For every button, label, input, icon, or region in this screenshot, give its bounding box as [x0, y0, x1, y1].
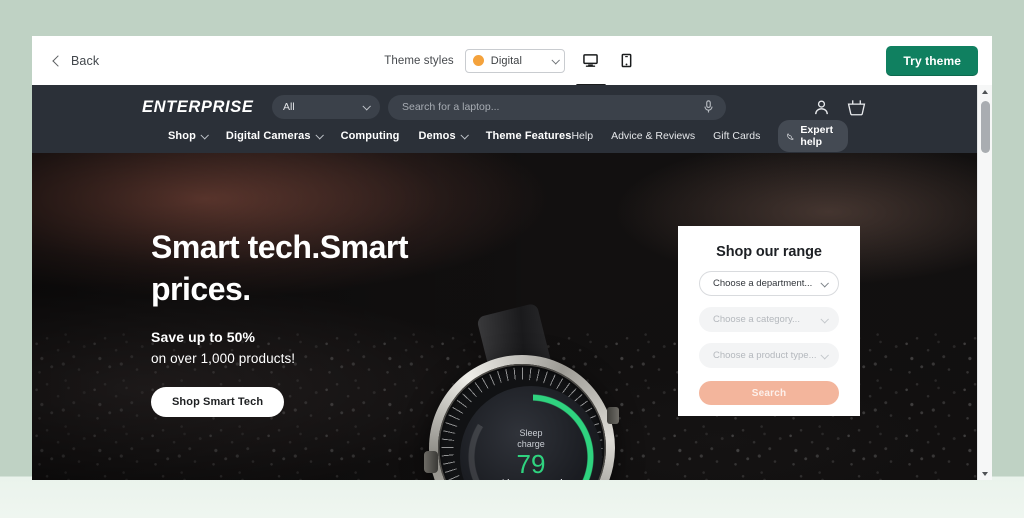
account-icon[interactable] [813, 99, 830, 116]
chevron-left-icon [52, 54, 64, 67]
watch-metric-value: 79 [516, 448, 546, 479]
store-logo[interactable]: ENTERPRISE [142, 98, 272, 117]
chevron-down-icon [315, 131, 324, 140]
department-filter-select[interactable]: All [272, 95, 380, 119]
hero-banner: Sleep charge 79 Above usual POLAR Smart … [32, 153, 992, 480]
mobile-view-button[interactable] [614, 46, 640, 76]
nav-item-computing[interactable]: Computing [341, 130, 400, 142]
product-type-dropdown[interactable]: Choose a product type... [699, 343, 839, 368]
search-placeholder: Search for a laptop... [402, 101, 500, 113]
preview-scrollbar[interactable] [977, 85, 992, 480]
search-group: All Search for a laptop... [272, 94, 726, 120]
mobile-view-icon [621, 53, 632, 68]
scrollbar-up-button[interactable] [978, 85, 992, 98]
site-preview: ENTERPRISE All Search for a laptop... Sh… [32, 85, 992, 480]
nav-item-gift-cards[interactable]: Gift Cards [713, 130, 760, 142]
hero-subheading: on over 1,000 products! [151, 351, 296, 366]
triangle-down-icon [982, 471, 988, 476]
view-toggle-group [575, 46, 640, 87]
store-nav: Shop Digital Cameras Computing Demos The… [58, 120, 966, 152]
nav-primary: Shop Digital Cameras Computing Demos The… [168, 130, 571, 142]
department-filter-value: All [283, 101, 295, 113]
shop-smart-tech-button[interactable]: Shop Smart Tech [151, 387, 285, 417]
back-button[interactable]: Back [48, 50, 105, 72]
phone-icon [787, 133, 794, 140]
category-dropdown[interactable]: Choose a category... [699, 307, 839, 332]
product-type-dropdown-label: Choose a product type... [713, 350, 817, 361]
basket-icon[interactable] [847, 99, 866, 116]
department-dropdown-label: Choose a department... [713, 278, 813, 289]
watch-metric-label: Sleep charge [517, 428, 545, 450]
triangle-up-icon [982, 89, 988, 94]
watch-metric-status: Above usual [499, 479, 562, 481]
preview-toolbar: Back Theme styles Digital Try theme [32, 36, 992, 87]
chevron-down-icon [551, 55, 560, 65]
store-header: ENTERPRISE All Search for a laptop... Sh… [32, 85, 992, 153]
nav-item-label: Computing [340, 130, 400, 142]
watch-metric-label-line2: charge [517, 438, 545, 449]
scrollbar-down-button[interactable] [978, 467, 992, 480]
hero-copy: Smart tech.Smart prices. Save up to 50% … [151, 226, 481, 417]
chevron-down-icon [820, 314, 829, 324]
header-icon-group [813, 99, 966, 116]
nav-item-label: Digital Cameras [225, 130, 311, 142]
theme-preview-window: Back Theme styles Digital Try theme ENTE… [32, 36, 992, 480]
chevron-down-icon [362, 102, 371, 111]
nav-item-help[interactable]: Help [571, 130, 593, 142]
expert-help-label: Expert help [800, 124, 834, 148]
desktop-view-icon [583, 54, 599, 67]
theme-style-select[interactable]: Digital [464, 48, 565, 73]
microphone-icon[interactable] [703, 100, 714, 114]
shop-our-range-title: Shop our range [716, 244, 822, 260]
chevron-down-icon [820, 278, 829, 288]
department-dropdown[interactable]: Choose a department... [699, 271, 839, 296]
chevron-down-icon [200, 131, 209, 140]
nav-item-digital-cameras[interactable]: Digital Cameras [225, 130, 324, 142]
hero-subheading-bold: Save up to 50% [151, 329, 256, 345]
theme-style-value: Digital [490, 54, 523, 67]
range-search-button[interactable]: Search [699, 381, 839, 405]
nav-item-label: Theme Features [485, 130, 572, 142]
nav-item-theme-features[interactable]: Theme Features [486, 130, 572, 142]
watch-side-button-left [424, 451, 438, 473]
expert-help-button[interactable]: Expert help [778, 120, 849, 152]
style-swatch-icon [472, 55, 484, 66]
back-button-label: Back [71, 53, 100, 68]
shop-our-range-panel: Shop our range Choose a department... Ch… [678, 226, 860, 416]
toolbar-center-group: Theme styles Digital [32, 46, 992, 87]
scrollbar-track[interactable] [978, 98, 992, 467]
watch-side-button-right [607, 407, 619, 424]
nav-item-advice-reviews[interactable]: Advice & Reviews [611, 130, 695, 142]
hero-heading: Smart tech.Smart prices. [151, 229, 408, 307]
nav-item-demos[interactable]: Demos [418, 130, 469, 142]
desktop-view-button[interactable] [575, 46, 606, 87]
nav-secondary: Help Advice & Reviews Gift Cards Expert … [571, 120, 956, 152]
try-theme-button[interactable]: Try theme [886, 45, 978, 76]
store-header-row: ENTERPRISE All Search for a laptop... [58, 85, 966, 123]
category-dropdown-label: Choose a category... [713, 314, 800, 325]
nav-item-label: Shop [168, 130, 196, 142]
chevron-down-icon [820, 350, 829, 360]
theme-styles-label: Theme styles [384, 54, 454, 67]
nav-item-label: Demos [418, 130, 456, 142]
watch-metric-label-line1: Sleep [519, 427, 543, 438]
search-input[interactable]: Search for a laptop... [388, 94, 726, 120]
chevron-down-icon [460, 131, 469, 140]
nav-item-shop[interactable]: Shop [168, 130, 209, 142]
scrollbar-thumb[interactable] [980, 101, 990, 153]
